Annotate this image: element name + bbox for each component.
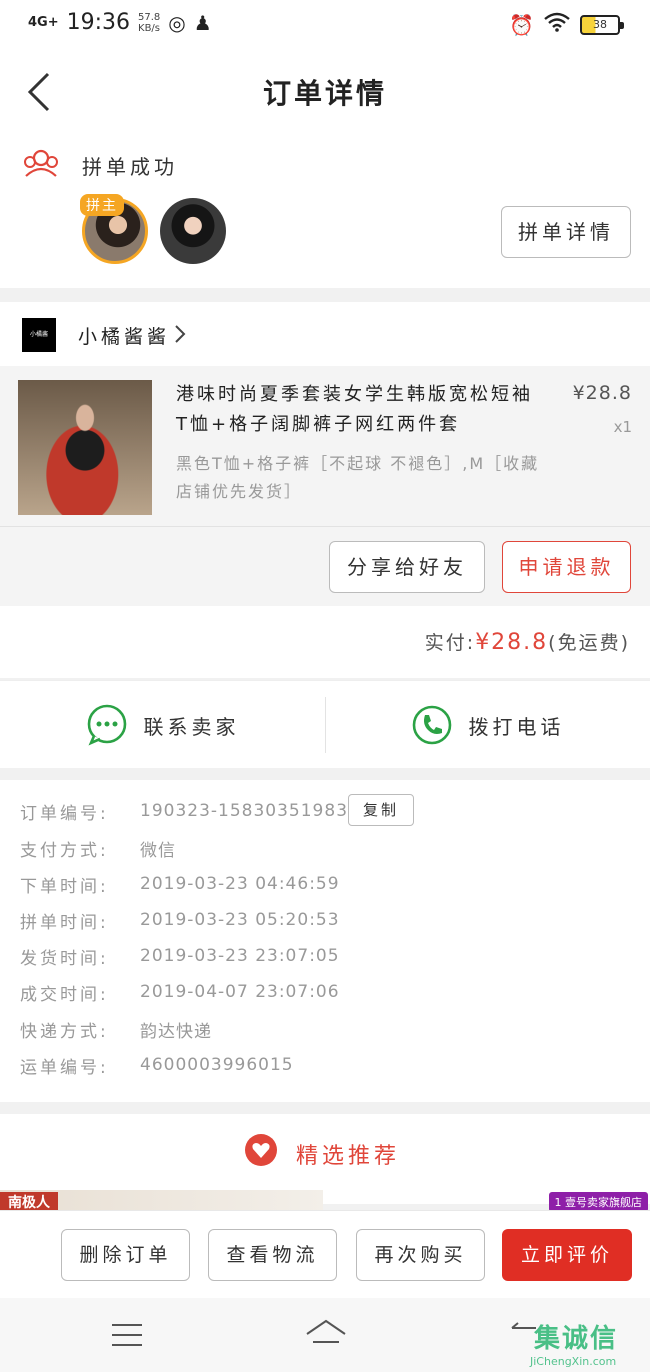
- info-row: 发货时间: 2019-03-23 23:07:05: [20, 938, 340, 974]
- status-left: 4G+ 19:36 57.8 KB/s ◎ ♟: [28, 10, 212, 35]
- call-label: 拨打电话: [468, 714, 565, 739]
- recommend-title: 精选推荐: [296, 1144, 401, 1169]
- wifi-icon: [544, 12, 570, 37]
- chat-icon: [87, 704, 126, 746]
- info-label: 成交时间:: [20, 984, 109, 1005]
- info-value: 2019-03-23 04:46:59: [140, 874, 340, 894]
- product-quantity: x1: [613, 418, 632, 436]
- product-title: 港味时尚夏季套装女学生韩版宽松短袖T恤+格子阔脚裤子网红两件套: [176, 384, 533, 435]
- info-label: 快递方式:: [20, 1021, 109, 1042]
- info-row: 快递方式: 韵达快递: [20, 1011, 212, 1047]
- clock: 19:36: [66, 10, 131, 35]
- info-value: 2019-04-07 23:07:06: [140, 982, 340, 1002]
- rebuy-button[interactable]: 再次购买: [356, 1229, 485, 1281]
- call-button[interactable]: 拨打电话: [325, 681, 650, 769]
- info-label: 下单时间:: [20, 876, 109, 897]
- group-buy-section: 拼单成功 拼主 拼单详情: [0, 134, 650, 288]
- info-label: 支付方式:: [20, 840, 109, 861]
- page-header: 订单详情: [0, 50, 650, 134]
- recommend-store-tag: 1 壹号卖家旗舰店: [548, 1192, 648, 1212]
- info-label: 订单编号:: [20, 803, 109, 824]
- info-row: 拼单时间: 2019-03-23 05:20:53: [20, 902, 340, 938]
- product-image: [18, 380, 152, 515]
- payment-amount: ¥28.8: [475, 630, 549, 655]
- page-title: 订单详情: [262, 77, 387, 110]
- info-label: 发货时间:: [20, 948, 109, 969]
- status-bar: 4G+ 19:36 57.8 KB/s ◎ ♟ ⏰ 38: [0, 0, 650, 50]
- review-button[interactable]: 立即评价: [502, 1229, 632, 1281]
- payment-line: 实付:¥28.8(免运费): [425, 628, 630, 655]
- contact-section: 联系卖家 拨打电话: [0, 680, 650, 768]
- bottom-action-bar: 删除订单 查看物流 再次购买 立即评价: [0, 1210, 650, 1298]
- refund-button[interactable]: 申请退款: [502, 541, 631, 593]
- battery-icon: 38: [580, 14, 624, 35]
- info-value: 2019-03-23 05:20:53: [140, 910, 340, 930]
- home-icon[interactable]: [305, 1318, 347, 1352]
- status-right: ⏰ 38: [509, 12, 624, 37]
- delete-order-button[interactable]: 删除订单: [61, 1229, 190, 1281]
- avatar-member[interactable]: [160, 198, 226, 264]
- chevron-right-icon: [174, 324, 186, 349]
- info-row: 成交时间: 2019-04-07 23:07:06: [20, 974, 340, 1010]
- product-item[interactable]: 港味时尚夏季套装女学生韩版宽松短袖T恤+格子阔脚裤子网红两件套 ¥28.8 x1…: [0, 366, 650, 526]
- menu-icon[interactable]: [112, 1324, 142, 1354]
- payment-summary: 实付:¥28.8(免运费): [0, 606, 650, 678]
- contact-seller-button[interactable]: 联系卖家: [0, 681, 325, 769]
- info-value: 韵达快递: [140, 1021, 212, 1042]
- network-indicator: 4G+: [28, 15, 59, 30]
- info-label: 拼单时间:: [20, 912, 109, 933]
- share-button[interactable]: 分享给好友: [329, 541, 485, 593]
- info-value: 微信: [140, 840, 176, 861]
- group-status: 拼单成功: [82, 155, 178, 179]
- info-row: 订单编号: 190323-158303519831267: [20, 793, 395, 829]
- host-badge: 拼主: [80, 194, 124, 216]
- phone-icon: [412, 705, 451, 745]
- group-detail-button[interactable]: 拼单详情: [501, 206, 631, 258]
- shop-logo: 小橘酱: [22, 318, 56, 352]
- product-price: ¥28.8: [572, 382, 632, 404]
- watermark-logo: 集诚信: [534, 1324, 619, 1354]
- copy-button[interactable]: 复制: [348, 794, 414, 826]
- group-icon: [22, 148, 60, 182]
- info-label: 运单编号:: [20, 1057, 109, 1078]
- shop-name: 小橘酱酱: [78, 326, 171, 348]
- order-actions: 分享给好友 申请退款: [0, 526, 650, 606]
- qq-icon: ♟: [193, 10, 212, 35]
- tracking-number: 4600003996015: [140, 1055, 294, 1075]
- product-spec: 黑色T恤+格子裤［不起球 不褪色］,M［收藏店铺优先发货］: [176, 454, 540, 501]
- info-row: 运单编号: 4600003996015: [20, 1047, 294, 1083]
- heart-icon: [245, 1134, 277, 1166]
- recommend-brand-tag: 南极人: [0, 1192, 58, 1212]
- weibo-icon: ◎: [168, 10, 186, 35]
- order-info: 订单编号: 190323-158303519831267 复制 支付方式: 微信…: [0, 780, 650, 1102]
- alarm-icon: ⏰: [509, 12, 534, 37]
- shipping-note: (免运费): [548, 632, 630, 654]
- info-row: 下单时间: 2019-03-23 04:46:59: [20, 866, 340, 902]
- shop-row[interactable]: 小橘酱 小橘酱酱: [0, 302, 650, 366]
- view-logistics-button[interactable]: 查看物流: [208, 1229, 337, 1281]
- info-value: 2019-03-23 23:07:05: [140, 946, 340, 966]
- payment-label: 实付:: [424, 632, 476, 654]
- net-speed: 57.8 KB/s: [138, 11, 161, 34]
- watermark-url: JiChengXin.com: [530, 1355, 617, 1368]
- contact-seller-label: 联系卖家: [143, 714, 240, 739]
- info-row: 支付方式: 微信: [20, 830, 176, 866]
